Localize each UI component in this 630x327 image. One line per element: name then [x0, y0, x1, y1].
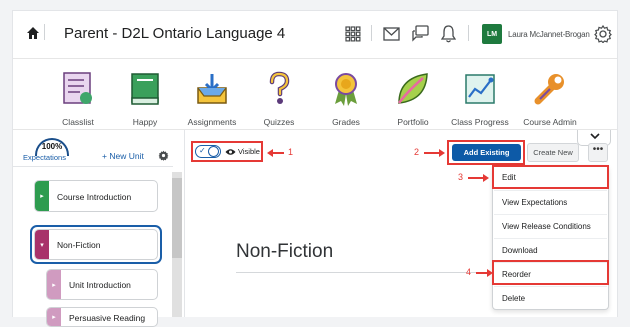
expectations-link[interactable]: Expectations	[23, 153, 66, 162]
annotation-number: 2	[414, 147, 420, 157]
sidebar-settings-icon[interactable]	[158, 150, 169, 161]
course-title[interactable]: Parent - D2L Ontario Language 4	[64, 25, 285, 42]
annotation-arrow	[476, 269, 493, 277]
page-title: Non-Fiction	[236, 241, 334, 262]
unit-label: Persuasive Reading	[69, 313, 146, 323]
wrench-icon	[534, 74, 564, 105]
annotation-arrow	[267, 149, 284, 157]
nav-item-course-admin[interactable]: Course Admin	[505, 70, 595, 127]
chat-bubbles-icon[interactable]	[412, 25, 429, 43]
eye-icon	[225, 149, 236, 155]
mail-icon[interactable]	[383, 27, 400, 41]
toggle-knob	[208, 146, 219, 157]
user-name[interactable]: Laura McJannet-Brogan	[508, 30, 590, 39]
gear-icon[interactable]	[594, 25, 612, 43]
header-divider	[371, 25, 372, 41]
question-mark-icon	[269, 71, 290, 104]
progress-chart-icon	[465, 74, 495, 104]
avatar[interactable]: LM	[482, 24, 502, 44]
menu-item-delete[interactable]: Delete	[494, 286, 607, 310]
annotation-number: 3	[458, 172, 464, 182]
header-divider	[468, 25, 469, 41]
waffle-grid-icon[interactable]	[345, 26, 361, 42]
leaf-icon	[397, 73, 428, 104]
title-rule	[236, 272, 491, 273]
unit-label: Non-Fiction	[57, 240, 101, 250]
visible-label: Visible	[238, 147, 260, 156]
unit-course-introduction[interactable]: ▸ Course Introduction	[34, 180, 158, 212]
chevron-down-icon	[590, 133, 600, 140]
unit-label: Course Introduction	[57, 192, 132, 202]
book-icon	[131, 73, 159, 105]
add-existing-button[interactable]: Add Existing	[452, 144, 521, 161]
expand-chevron-icon[interactable]: ▸	[47, 308, 61, 326]
annotation-number: 1	[288, 147, 294, 157]
home-icon[interactable]	[26, 26, 40, 40]
expand-chevron-icon[interactable]: ▸	[35, 181, 49, 211]
expectations-percent: 100%	[41, 142, 63, 151]
sidebar-header-rule	[13, 166, 173, 167]
sidebar-scrollbar-thumb[interactable]	[172, 178, 182, 258]
annotation-arrow	[424, 149, 445, 157]
bell-icon[interactable]	[441, 25, 456, 43]
annotation-arrow	[468, 174, 489, 182]
expand-chevron-icon[interactable]: ▸	[47, 270, 61, 299]
unit-label: Unit Introduction	[69, 280, 131, 290]
annotation-highlight-reorder	[492, 260, 609, 285]
header-rule	[13, 58, 617, 59]
more-actions-button[interactable]: •••	[588, 143, 608, 162]
nav-label: Course Admin	[523, 117, 577, 127]
unit-unit-introduction[interactable]: ▸ Unit Introduction	[46, 269, 158, 300]
new-unit-button[interactable]: + New Unit	[102, 151, 144, 161]
annotation-number: 4	[466, 267, 472, 277]
collapse-chevron-icon[interactable]: ▾	[35, 230, 49, 259]
annotation-highlight-edit	[492, 165, 609, 189]
classlist-icon	[63, 72, 92, 104]
menu-item-view-release-conditions[interactable]: View Release Conditions	[494, 214, 607, 238]
header-divider	[44, 24, 45, 40]
ribbon-award-icon	[335, 73, 357, 106]
unit-persuasive-reading[interactable]: ▸ Persuasive Reading	[46, 307, 158, 327]
menu-item-view-expectations[interactable]: View Expectations	[494, 190, 607, 214]
inbox-tray-icon	[197, 74, 227, 104]
create-new-button[interactable]: Create New	[527, 143, 579, 162]
menu-item-download[interactable]: Download	[494, 238, 607, 262]
unit-non-fiction[interactable]: ▾ Non-Fiction	[34, 229, 158, 260]
